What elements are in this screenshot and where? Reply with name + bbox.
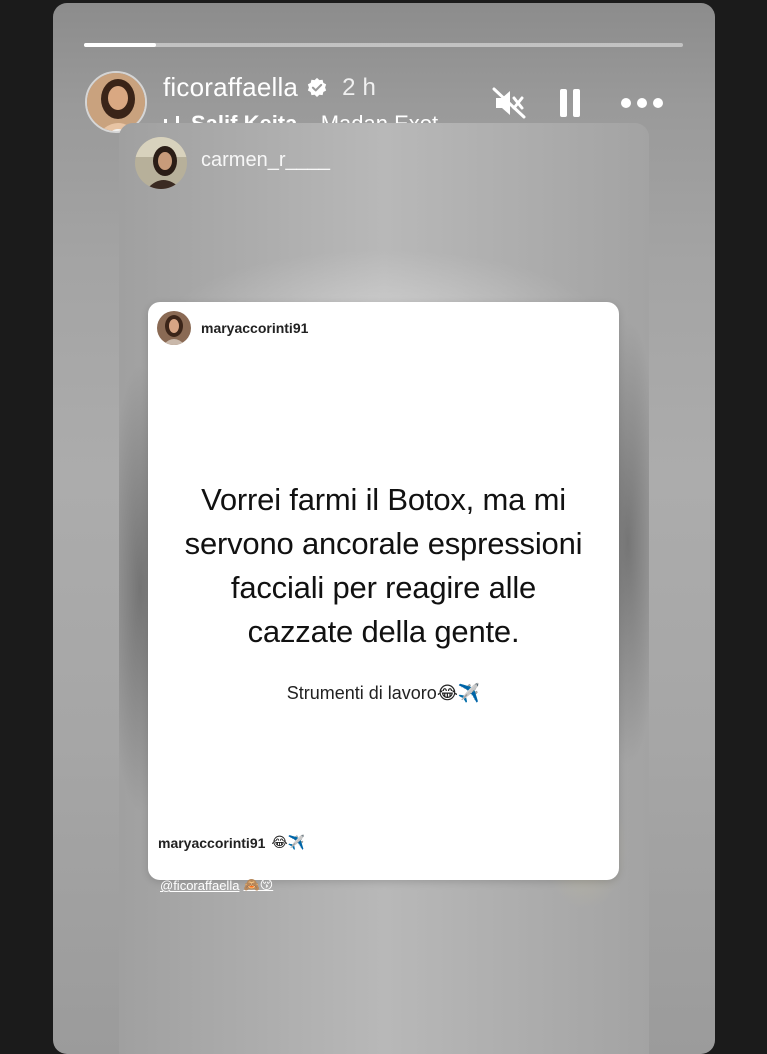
pause-icon <box>560 89 580 117</box>
speaker-muted-icon <box>492 87 526 119</box>
card-footer: maryaccorinti91 😂✈️ <box>158 835 305 851</box>
quote-text: Vorrei farmi il Botox, ma mi servono anc… <box>148 478 619 654</box>
story-progress-fill <box>84 43 156 47</box>
footer-emoji: 😂✈️ <box>271 835 306 851</box>
footer-username: maryaccorinti91 <box>158 835 266 851</box>
quote-line: cazzate della gente. <box>247 614 520 649</box>
avatar-photo-icon <box>157 311 191 345</box>
quote-line: facciali per reagire alle <box>230 570 537 605</box>
caption-emoji: 😂✈️ <box>436 683 481 704</box>
avatar-photo-icon <box>135 137 187 189</box>
mute-button[interactable] <box>489 83 529 123</box>
card-avatar <box>157 311 191 345</box>
quote-caption: Strumenti di lavoro😂✈️ <box>148 683 619 704</box>
card-username: maryaccorinti91 <box>201 320 309 336</box>
pause-button[interactable] <box>552 85 588 121</box>
quote-line: servono ancorale espressioni <box>184 526 583 561</box>
repost-avatar[interactable] <box>135 137 187 189</box>
quote-line: Vorrei farmi il Botox, ma mi <box>201 482 566 517</box>
story-viewer[interactable]: ficoraffaella 2 h Salif Keita · Madan Ex… <box>53 3 715 1054</box>
mention-handle[interactable]: @ficoraffaella <box>160 878 239 893</box>
story-progress-bar <box>84 43 683 47</box>
author-header: ficoraffaella 2 h <box>163 72 376 103</box>
author-username[interactable]: ficoraffaella <box>163 72 298 103</box>
caption-text: Strumenti di lavoro <box>286 683 437 703</box>
repost-username[interactable]: carmen_r____ <box>201 149 330 172</box>
more-options-button[interactable] <box>619 88 665 118</box>
more-horizontal-icon <box>621 98 663 108</box>
mention-emoji: 🙈😚 <box>243 878 274 893</box>
quote-card[interactable]: maryaccorinti91 Vorrei farmi il Botox, m… <box>148 302 619 880</box>
verified-badge-icon <box>307 77 327 97</box>
post-time: 2 h <box>342 73 377 101</box>
mention-sticker[interactable]: @ficoraffaella 🙈😚 <box>160 878 273 893</box>
